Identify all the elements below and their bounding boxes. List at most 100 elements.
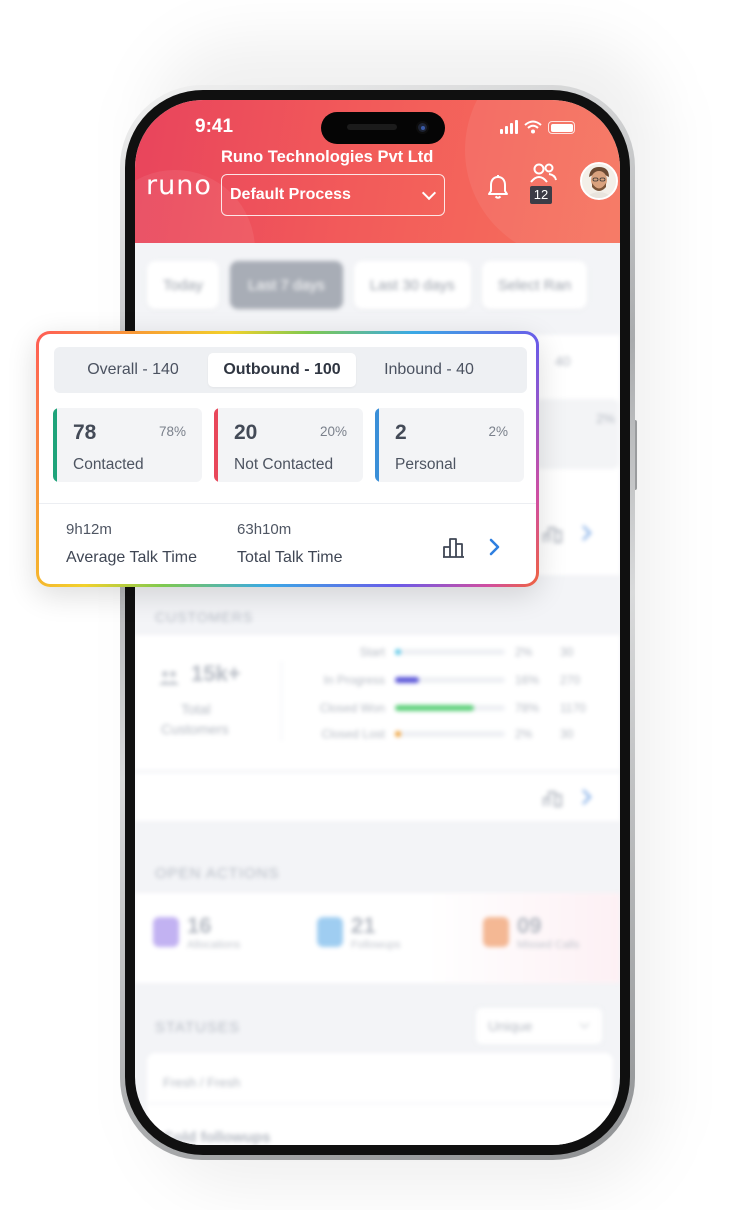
chip-select-range[interactable]: Select Ran xyxy=(481,261,588,309)
card-divider xyxy=(39,503,536,504)
stage-percent: 78% xyxy=(515,701,540,715)
stage-label: Start xyxy=(359,645,385,659)
company-name: Runo Technologies Pvt Ltd xyxy=(221,148,434,166)
app-header: 9:41 runo Runo Technologies Pvt Ltd Defa… xyxy=(135,100,620,243)
stage-count: 30 xyxy=(560,727,574,741)
statuses-select[interactable]: Unique xyxy=(475,1007,603,1045)
statuses-select-value: Unique xyxy=(488,1018,533,1034)
chevron-down-icon xyxy=(421,185,437,200)
statuses-card: Fresh / Fresh Cold followups xyxy=(147,1053,613,1145)
talk-summary-card: Overall - 140 Outbound - 100 Inbound - 4… xyxy=(36,331,539,587)
chip-last-30-days[interactable]: Last 30 days xyxy=(353,261,471,309)
chevron-right-icon[interactable] xyxy=(486,537,504,557)
stat-hint: 2% xyxy=(535,399,619,469)
chevron-down-icon xyxy=(579,1018,590,1029)
action-followups[interactable]: 21 Followups xyxy=(317,913,401,951)
followups-label: Followups xyxy=(351,939,401,951)
stage-track xyxy=(395,705,505,711)
stage-percent: 2% xyxy=(515,645,533,659)
stat-accent xyxy=(53,408,57,482)
followups-count: 21 xyxy=(351,913,376,938)
chevron-right-icon[interactable] xyxy=(579,523,595,543)
stat-accent xyxy=(375,408,379,482)
action-missed-calls[interactable]: 09 Missed Calls xyxy=(483,913,579,951)
stage-label: Closed Won xyxy=(319,701,385,715)
chevron-right-icon[interactable] xyxy=(579,787,595,807)
stat-contacted[interactable]: 78 78% Contacted xyxy=(53,408,202,482)
chart-icon xyxy=(543,527,562,543)
open-actions-card: 16 Allocations 21 Followups 09 Missed Ca… xyxy=(135,893,620,983)
status-row-divider xyxy=(147,1103,613,1104)
tab-overall[interactable]: Overall - 140 xyxy=(64,353,202,387)
allocations-count: 16 xyxy=(187,913,212,938)
stage-row: In Progress 16% 270 xyxy=(305,673,580,687)
bar-chart-icon[interactable] xyxy=(441,534,467,560)
chip-today[interactable]: Today xyxy=(147,261,220,309)
avatar[interactable] xyxy=(580,162,618,200)
stage-row: Closed Lost 2% 30 xyxy=(305,727,574,741)
chip-last-7-days[interactable]: Last 7 days xyxy=(230,261,343,309)
stat-percent: 2% xyxy=(488,424,508,439)
tab-outbound[interactable]: Outbound - 100 xyxy=(208,353,356,387)
status-time: 9:41 xyxy=(195,116,234,137)
runo-logo: runo xyxy=(146,170,212,201)
battery-icon xyxy=(548,121,575,134)
stat-not-contacted[interactable]: 20 20% Not Contacted xyxy=(214,408,363,482)
stat-hint-pct: 2% xyxy=(596,411,615,426)
process-select-value: Default Process xyxy=(230,186,351,203)
status-row-1[interactable]: Fresh / Fresh xyxy=(163,1075,240,1090)
stage-percent: 16% xyxy=(515,673,540,687)
call-type-tabs: Overall - 140 Outbound - 100 Inbound - 4… xyxy=(54,347,527,393)
stage-fill xyxy=(395,677,420,683)
phone-bezel: 9:41 runo Runo Technologies Pvt Ltd Defa… xyxy=(125,90,630,1155)
stat-value: 2 xyxy=(395,421,407,444)
tab-inbound[interactable]: Inbound - 40 xyxy=(362,353,496,387)
status-icons xyxy=(500,120,575,134)
action-allocations[interactable]: 16 Allocations xyxy=(153,913,240,951)
stat-label: Not Contacted xyxy=(234,456,334,473)
stage-fill xyxy=(395,649,401,655)
total-talk-time-value: 63h10m xyxy=(237,521,292,538)
customers-divider xyxy=(281,661,282,741)
bell-icon[interactable] xyxy=(487,174,509,200)
phone-frame: 9:41 runo Runo Technologies Pvt Ltd Defa… xyxy=(120,85,635,1160)
camera-icon xyxy=(416,121,429,134)
customers-footer xyxy=(135,773,620,821)
process-select[interactable]: Default Process xyxy=(221,174,445,216)
stage-fill xyxy=(395,731,401,737)
stat-personal[interactable]: 2 2% Personal xyxy=(375,408,524,482)
stage-fill xyxy=(395,705,475,711)
stage-count: 30 xyxy=(560,645,574,659)
stage-count: 1170 xyxy=(560,701,586,715)
customers-total: 15k+ xyxy=(191,661,241,686)
statuses-title: STATUSES xyxy=(155,1019,240,1036)
stage-row: Start 2% 30 xyxy=(305,645,574,659)
customers-total-label-2: Customers xyxy=(161,721,229,737)
stat-accent xyxy=(214,408,218,482)
status-row-2[interactable]: Cold followups xyxy=(163,1129,270,1145)
app-screen: 9:41 runo Runo Technologies Pvt Ltd Defa… xyxy=(135,100,620,1145)
stage-percent: 2% xyxy=(515,727,533,741)
tab-hint: 40 xyxy=(555,353,571,369)
stage-count: 270 xyxy=(560,673,581,687)
stat-label: Personal xyxy=(395,456,457,473)
allocations-label: Allocations xyxy=(187,939,241,951)
team-icon xyxy=(530,163,557,183)
stage-row: Closed Won 78% 1170 xyxy=(305,701,586,715)
stat-percent: 20% xyxy=(319,424,347,439)
average-talk-time-label: Average Talk Time xyxy=(66,549,198,566)
stage-track xyxy=(395,649,505,655)
missed-calls-label: Missed Calls xyxy=(517,939,580,951)
total-talk-time-label: Total Talk Time xyxy=(237,549,343,566)
team-count-badge: 12 xyxy=(530,186,552,204)
stage-label: Closed Lost xyxy=(321,727,385,741)
stage-track xyxy=(395,677,505,683)
dynamic-island xyxy=(321,112,445,144)
stat-percent: 78% xyxy=(158,424,186,439)
team-button[interactable]: 12 xyxy=(530,162,560,214)
allocations-icon xyxy=(153,917,179,947)
customers-icon xyxy=(159,671,179,685)
stage-track xyxy=(395,731,505,737)
stat-label: Contacted xyxy=(73,456,144,473)
followups-icon xyxy=(317,917,343,947)
